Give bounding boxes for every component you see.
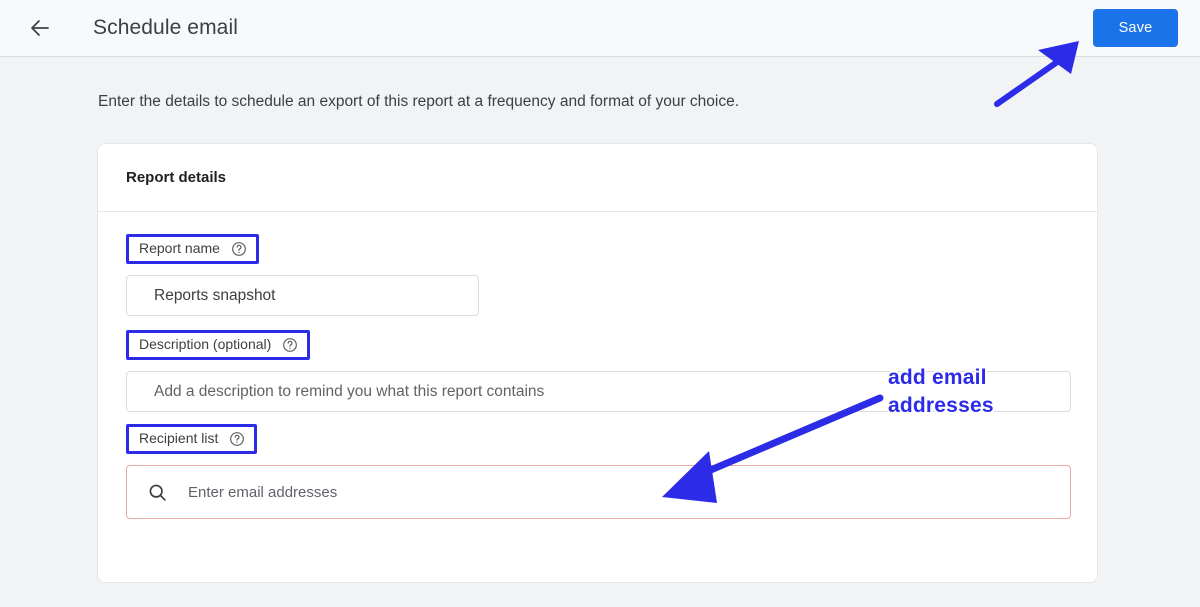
recipient-input-box[interactable] xyxy=(126,465,1071,519)
description-label: Description (optional) xyxy=(126,330,311,360)
top-app-bar: Schedule email Save xyxy=(0,0,1200,57)
field-description: Description (optional) xyxy=(126,330,1071,412)
report-details-card: Report details Report name Description (… xyxy=(97,143,1098,583)
field-recipient-list: Recipient list xyxy=(126,424,1071,519)
arrow-left-icon xyxy=(28,16,52,40)
description-input[interactable] xyxy=(126,371,1071,412)
report-name-input[interactable] xyxy=(126,275,479,316)
card-header: Report details xyxy=(98,144,1097,212)
help-circle-icon[interactable] xyxy=(282,337,298,353)
back-button[interactable] xyxy=(20,8,60,48)
card-title: Report details xyxy=(126,169,227,186)
description-label-text: Description (optional) xyxy=(139,336,272,353)
page-title: Schedule email xyxy=(93,16,238,39)
help-circle-icon[interactable] xyxy=(229,431,245,447)
intro-description: Enter the details to schedule an export … xyxy=(98,93,740,110)
help-circle-icon[interactable] xyxy=(231,241,247,257)
report-name-label: Report name xyxy=(126,234,259,264)
save-button[interactable]: Save xyxy=(1093,9,1178,47)
recipient-list-label-text: Recipient list xyxy=(139,430,219,447)
recipient-email-input[interactable] xyxy=(188,483,1070,501)
recipient-list-label: Recipient list xyxy=(126,424,258,454)
search-icon xyxy=(147,482,168,503)
field-report-name: Report name xyxy=(126,234,479,316)
report-name-label-text: Report name xyxy=(139,240,220,257)
